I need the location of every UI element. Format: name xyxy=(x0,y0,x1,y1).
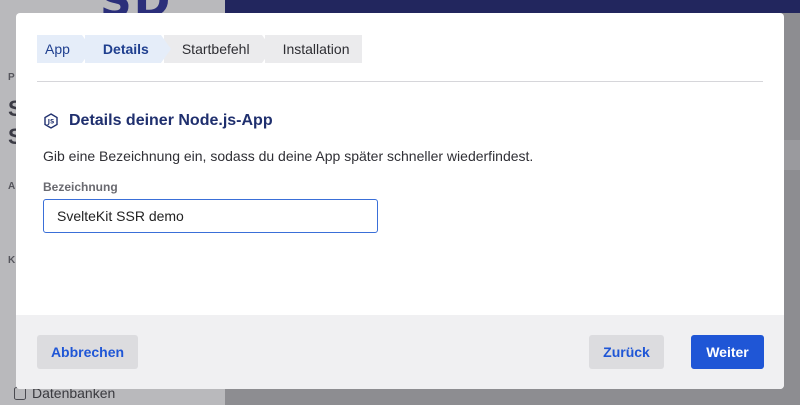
dialog-footer: Abbrechen Zurück Weiter xyxy=(16,315,784,389)
background-letter: K xyxy=(8,255,16,266)
name-input[interactable] xyxy=(43,199,378,233)
step-installation[interactable]: Installation xyxy=(264,35,362,63)
step-app[interactable]: App xyxy=(37,35,92,63)
next-button[interactable]: Weiter xyxy=(691,335,764,369)
svg-text:JS: JS xyxy=(47,119,55,126)
back-button[interactable]: Zurück xyxy=(589,335,664,369)
divider xyxy=(37,81,763,82)
app-wizard-dialog: App Details Startbefehl Installation JS … xyxy=(16,13,784,389)
background-letter: P xyxy=(8,72,15,83)
step-startbefehl[interactable]: Startbefehl xyxy=(163,35,272,63)
cancel-button[interactable]: Abbrechen xyxy=(37,335,138,369)
section-heading: JS Details deiner Node.js-App xyxy=(43,112,273,130)
nodejs-icon: JS xyxy=(44,113,58,129)
background-letter: A xyxy=(8,181,16,192)
field-label: Bezeichnung xyxy=(43,180,118,194)
wizard-steps: App Details Startbefehl Installation xyxy=(37,35,365,63)
section-title: Details deiner Node.js-App xyxy=(69,112,273,129)
background-topbar xyxy=(225,0,800,13)
background-panel xyxy=(783,140,800,170)
section-description: Gib eine Bezeichnung ein, sodass du dein… xyxy=(43,148,534,164)
step-details[interactable]: Details xyxy=(84,35,171,63)
